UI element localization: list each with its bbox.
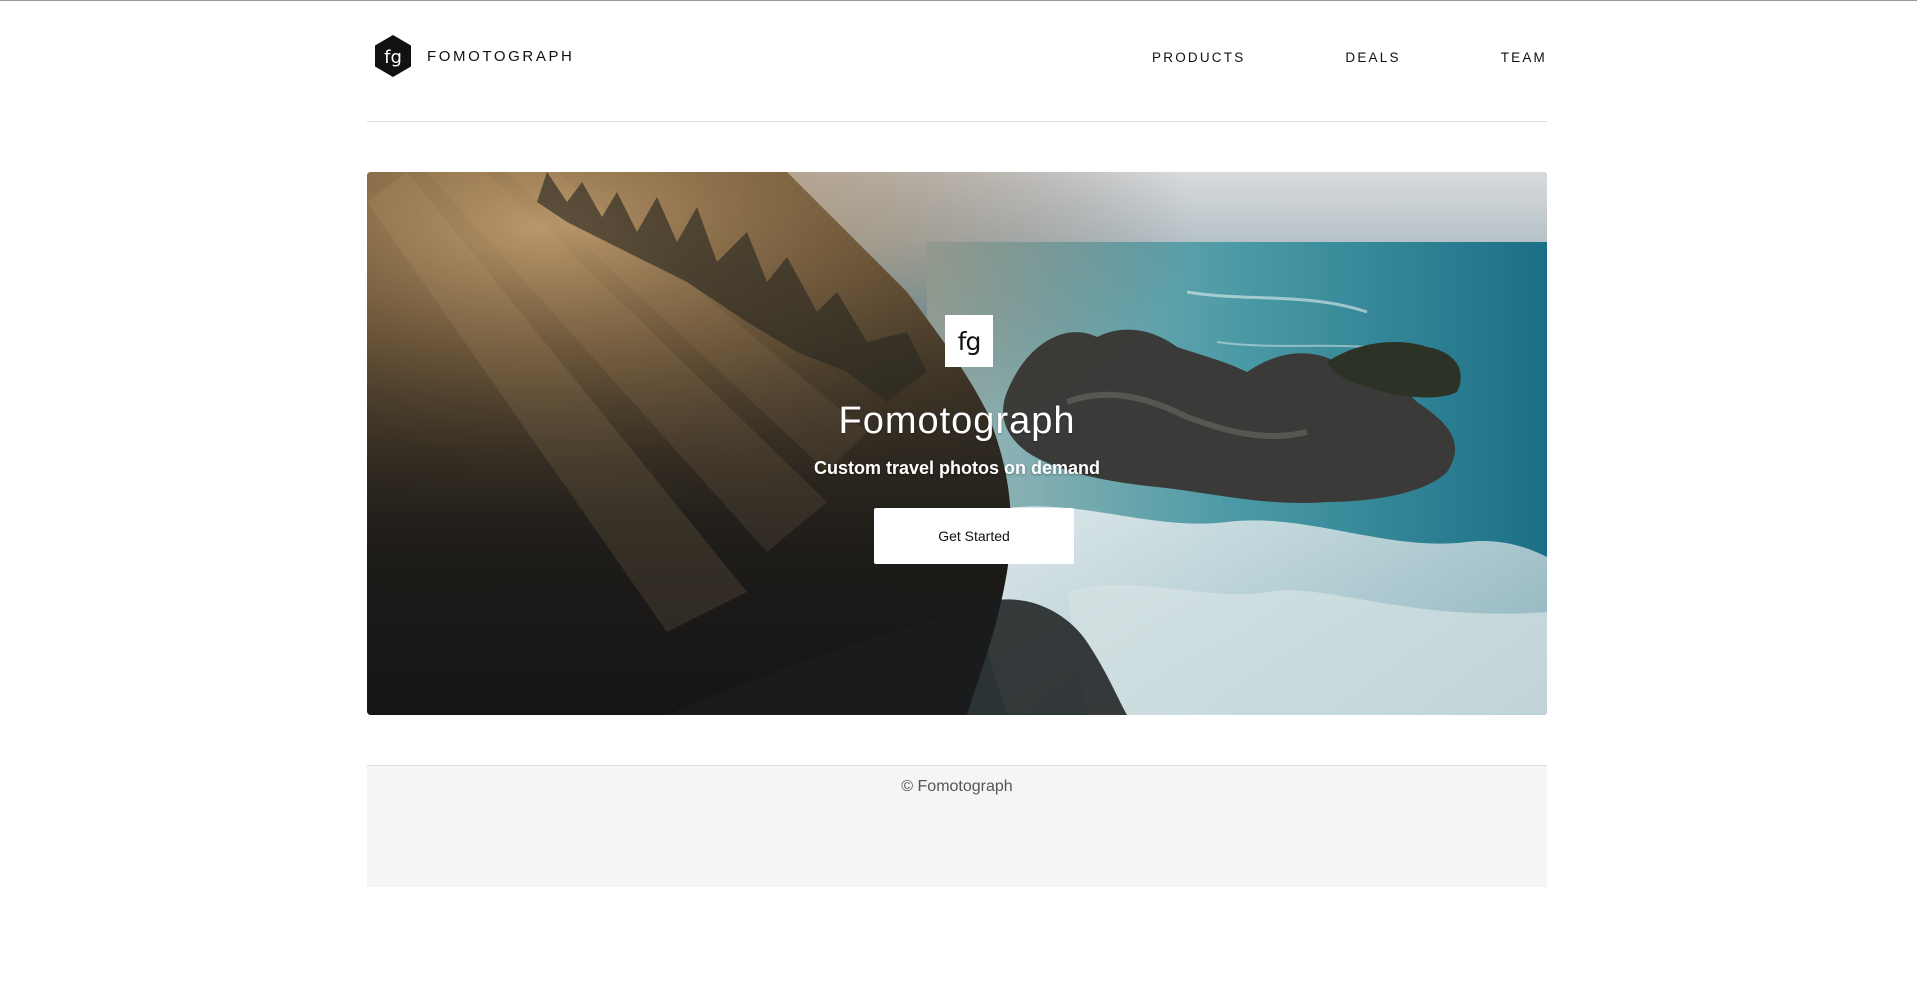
brand-name: FOMOTOGRAPH [427,47,575,65]
site-footer: © Fomotograph [367,765,1547,887]
hero-section: fg Fomotograph Custom travel photos on d… [367,172,1547,715]
nav-item-deals[interactable]: DEALS [1345,50,1400,65]
page-container: fg FOMOTOGRAPH PRODUCTS DEALS TEAM fg Fo… [367,0,1547,887]
footer-copyright: © Fomotograph [901,778,1013,795]
nav-item-team[interactable]: TEAM [1501,50,1547,65]
nav-item-products[interactable]: PRODUCTS [1152,50,1245,65]
hero-subtitle: Custom travel photos on demand [813,458,1101,478]
site-header: fg FOMOTOGRAPH PRODUCTS DEALS TEAM [367,0,1547,122]
get-started-button[interactable]: Get Started [874,508,1074,564]
hero-content: fg Fomotograph Custom travel photos on d… [367,172,1547,715]
hexagon-logo-icon: fg [373,34,413,78]
hero-title: Fomotograph [838,400,1076,442]
brand-link[interactable]: fg FOMOTOGRAPH [373,34,575,78]
brand-logo-text: fg [384,47,402,68]
main-nav: PRODUCTS DEALS TEAM [1152,50,1547,65]
hero-logo-icon: fg [945,315,993,367]
